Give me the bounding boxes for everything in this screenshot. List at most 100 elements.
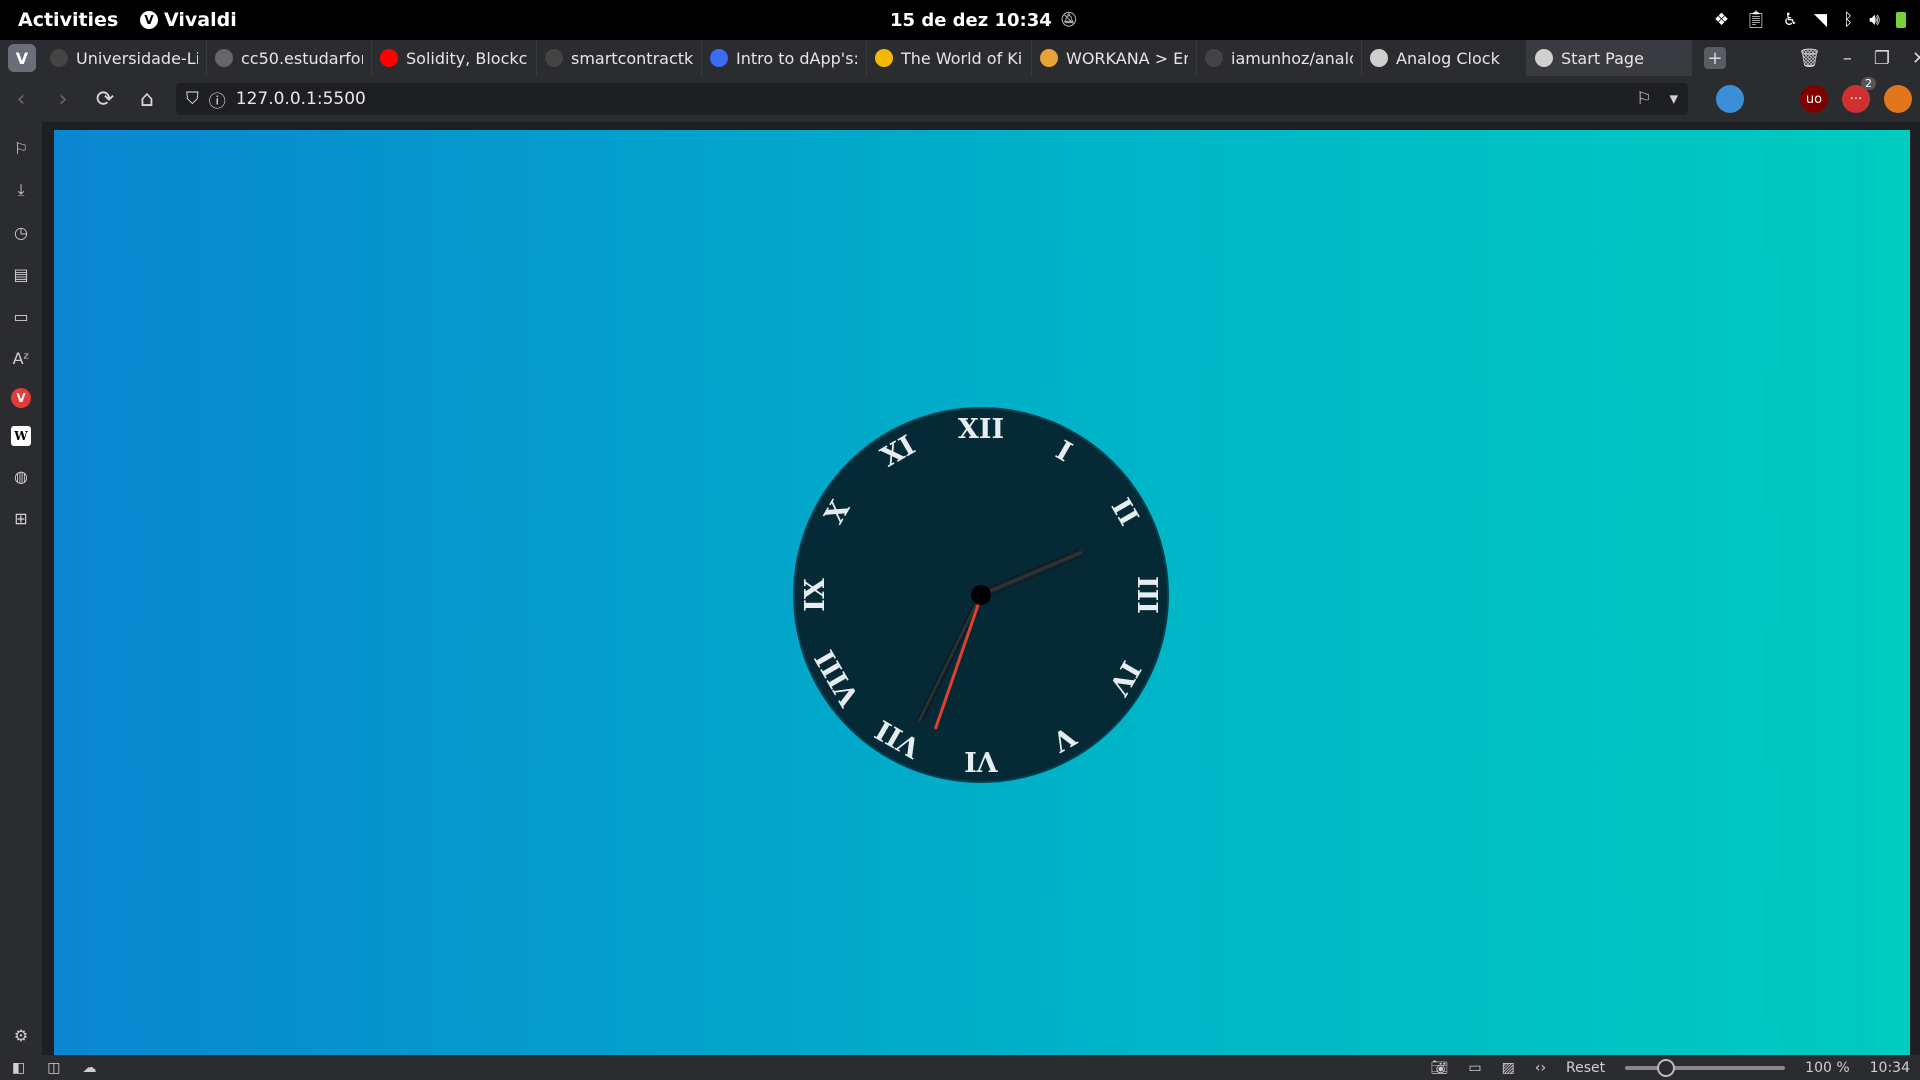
home-icon[interactable]: ⌂ [126, 87, 168, 112]
activities-button[interactable]: Activities [18, 9, 118, 31]
blue-diamond-icon [710, 49, 728, 67]
tab-9[interactable]: Start Page [1527, 40, 1692, 76]
back-icon[interactable]: ‹ [0, 87, 42, 112]
zoom-reset-button[interactable]: Reset [1566, 1060, 1605, 1076]
tab-5[interactable]: The World of Kings [867, 40, 1032, 76]
app-menu[interactable]: V Vivaldi [140, 9, 237, 31]
side-panel: ⚐ ⤓ ◷ ▤ ▭ Aᶻ V W ◍ ⊞ ⚙ [0, 122, 42, 1055]
extension-glyph: uo [1805, 91, 1823, 107]
battery-icon[interactable] [1896, 12, 1906, 28]
reload-icon[interactable]: ⟳ [84, 87, 126, 112]
zoom-slider[interactable] [1625, 1058, 1786, 1077]
page-actions-icon[interactable]: ‹› [1535, 1060, 1546, 1076]
grid-icon [1535, 49, 1553, 67]
minimize-icon[interactable]: – [1843, 48, 1852, 69]
vivaldi-menu-button[interactable]: V [8, 44, 36, 72]
github-icon [545, 49, 563, 67]
address-dropdown-icon[interactable]: ▾ [1669, 89, 1678, 109]
clock-numeral: X [819, 495, 857, 530]
translate-panel-icon[interactable]: Aᶻ [9, 346, 33, 370]
tab-strip: Universidade-Livre cc50.estudarfora Solidi… [42, 40, 1692, 76]
site-info-icon[interactable]: ⓘ [209, 87, 226, 112]
globe-icon [215, 49, 233, 67]
notes-panel-icon[interactable]: ▤ [9, 262, 33, 286]
add-web-panel-icon[interactable]: ⊞ [9, 506, 33, 530]
tab-0[interactable]: Universidade-Livre [42, 40, 207, 76]
status-bar: ◧ ◫ ☁ 📷︎ ▭ ▨ ‹› Reset 100 % 10:34 [0, 1055, 1920, 1080]
bookmark-icon[interactable]: ⚐ [1636, 89, 1651, 109]
page-content: XII I II III IV V VI VII VIII IX X XI [54, 130, 1910, 1055]
status-clock: 10:34 [1869, 1059, 1910, 1076]
ublock-icon[interactable]: uo [1800, 85, 1828, 113]
clock-center-pin [971, 585, 991, 605]
clock-numeral: XII [957, 414, 1005, 445]
crown-icon [875, 49, 893, 67]
tab-2[interactable]: Solidity, Blockchain [372, 40, 537, 76]
wifi-icon[interactable]: ◥ [1814, 10, 1827, 30]
images-toggle-icon[interactable]: ▨ [1502, 1060, 1515, 1076]
tab-7[interactable]: iamunhoz/analog [1197, 40, 1362, 76]
tab-3[interactable]: smartcontractkit/ [537, 40, 702, 76]
clipboard-icon[interactable]: 📋︎ [1745, 10, 1767, 30]
metamask-fox-icon[interactable] [1884, 85, 1912, 113]
vivaldi-panel-icon[interactable]: V [11, 388, 31, 408]
clock-numeral: I [1050, 435, 1077, 469]
dropbox-icon[interactable]: ❖ [1714, 10, 1729, 30]
clock-numeral: XI [875, 429, 921, 474]
clock-numeral: VI [964, 745, 998, 776]
close-window-icon[interactable]: ✕ [1912, 48, 1920, 69]
tab-1[interactable]: cc50.estudarfora [207, 40, 372, 76]
reader-glasses-icon[interactable] [1758, 85, 1786, 113]
clock-numeral: II [1104, 493, 1145, 531]
sync-cloud-icon[interactable]: ☁ [82, 1060, 96, 1076]
system-tray[interactable]: ❖ 📋︎ ♿︎ ◥ ᛒ 🔊︎ [1714, 10, 1906, 30]
wikipedia-panel-icon[interactable]: W [11, 426, 31, 446]
zoom-slider-handle[interactable] [1657, 1058, 1676, 1077]
system-clock[interactable]: 15 de dez 10:34 🔕︎ [890, 10, 1078, 31]
bookmarks-panel-icon[interactable]: ⚐ [9, 136, 33, 160]
tab-label: WORKANA > Encontre [1066, 48, 1188, 68]
panel-toggle-icon[interactable]: ◧ [12, 1060, 25, 1076]
chrome-icon [1040, 49, 1058, 67]
settings-gear-icon[interactable]: ⚙ [9, 1023, 33, 1047]
clock-numeral: V [1046, 719, 1081, 757]
tab-6[interactable]: WORKANA > Encontre [1032, 40, 1197, 76]
forward-icon[interactable]: › [42, 87, 84, 112]
tab-8[interactable]: Analog Clock [1362, 40, 1527, 76]
notification-extension-icon[interactable]: ··· 2 [1842, 77, 1876, 113]
clock-numeral: VIII [809, 644, 866, 711]
restore-icon[interactable]: ❐ [1874, 48, 1890, 69]
accessibility-icon[interactable]: ♿︎ [1783, 10, 1798, 30]
volume-icon[interactable]: 🔊︎ [1869, 10, 1880, 30]
clock-numeral: IV [1102, 655, 1147, 701]
tab-label: Universidade-Livre [76, 48, 198, 68]
tiling-icon[interactable]: ◫ [47, 1060, 60, 1076]
tab-controls: + 🗑︎ – ❐ ✕ [1704, 47, 1920, 69]
tab-label: The World of Kings [901, 48, 1023, 68]
url-field[interactable]: ⛉ ⓘ 127.0.0.1:5500 ⚐ ▾ [176, 83, 1688, 115]
address-toolbar: ‹ › ⟳ ⌂ ⛉ ⓘ 127.0.0.1:5500 ⚐ ▾ uo ··· 2 [0, 76, 1920, 122]
second-hand [933, 594, 983, 730]
github-icon [1205, 49, 1223, 67]
tab-label: Intro to dApp's: C [736, 48, 858, 68]
capture-camera-icon[interactable]: 📷︎ [1431, 1060, 1449, 1076]
downloads-panel-icon[interactable]: ⤓ [9, 178, 33, 202]
tab-label: Analog Clock [1396, 48, 1500, 68]
extension-badge: 2 [1861, 77, 1876, 90]
web-panel-globe-icon[interactable]: ◍ [9, 464, 33, 488]
tab-label: Solidity, Blockchain [406, 48, 528, 68]
github-icon [50, 49, 68, 67]
clock-numeral: III [1131, 576, 1162, 614]
window-panel-icon[interactable]: ▭ [9, 304, 33, 328]
extension-bar: uo ··· 2 [1716, 77, 1912, 113]
tab-label: cc50.estudarfora [241, 48, 363, 68]
shield-icon[interactable]: ⛉ [186, 89, 199, 109]
tile-window-icon[interactable]: ▭ [1468, 1060, 1481, 1076]
tab-label: iamunhoz/analog [1231, 48, 1353, 68]
new-tab-icon[interactable]: + [1704, 47, 1726, 69]
bluetooth-icon[interactable]: ᛒ [1843, 10, 1853, 30]
trash-icon[interactable]: 🗑︎ [1798, 48, 1821, 69]
tab-4[interactable]: Intro to dApp's: C [702, 40, 867, 76]
profile-avatar-icon[interactable] [1716, 85, 1744, 113]
history-panel-icon[interactable]: ◷ [9, 220, 33, 244]
